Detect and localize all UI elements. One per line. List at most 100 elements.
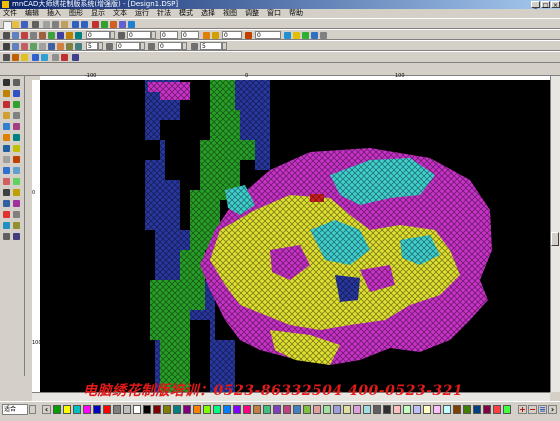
column-tool-icon[interactable] [3,123,10,130]
palette-swatch[interactable] [493,405,501,414]
palette-swatch[interactable] [63,405,71,414]
satin-icon[interactable] [21,43,28,50]
artwork-icon[interactable] [12,54,19,61]
width-icon[interactable] [148,43,155,50]
eraser-tool-icon[interactable] [13,112,20,119]
app-icon[interactable] [2,1,9,8]
menu-adjust[interactable]: 调整 [245,9,259,17]
palette-swatch[interactable] [343,405,351,414]
scissors-icon[interactable] [13,211,20,218]
heart-icon[interactable] [13,200,20,207]
curve-icon[interactable] [30,32,37,39]
length-spinner[interactable] [140,42,145,50]
run-stitch-icon[interactable] [39,43,46,50]
palette-swatch[interactable] [383,405,391,414]
palette-swatch[interactable] [423,405,431,414]
print-icon[interactable] [32,21,39,28]
density-field[interactable]: 5 [86,42,98,50]
rotate-icon[interactable] [203,32,210,39]
minimize-button[interactable]: _ [531,1,540,9]
satin-tool-icon[interactable] [3,101,10,108]
pull-comp-icon[interactable] [191,43,198,50]
palette-swatch[interactable] [283,405,291,414]
density-spinner[interactable] [98,42,103,50]
maximize-button[interactable]: □ [541,1,550,9]
vertical-scroll-thumb[interactable] [551,232,559,246]
hand-tool-icon[interactable] [3,189,10,196]
spiral-icon[interactable] [3,200,10,207]
size-spinner-2[interactable] [151,31,156,39]
palette-swatch[interactable] [243,405,251,414]
lettering-icon[interactable] [3,178,10,185]
color-change-icon[interactable] [75,43,82,50]
palette-swatch[interactable] [223,405,231,414]
palette-swatch[interactable] [323,405,331,414]
menu-insert[interactable]: 插入 [47,9,61,17]
palette-swatch[interactable] [473,405,481,414]
wave-icon[interactable] [3,233,10,240]
slow-redraw-icon[interactable] [72,54,79,61]
palette-swatch[interactable] [433,405,441,414]
palette-swatch[interactable] [443,405,451,414]
add-color-icon[interactable]: + [518,405,527,414]
scale-field[interactable]: 0 [255,31,281,39]
undo-icon[interactable] [72,21,79,28]
palette-options-icon[interactable]: ≡ [538,405,547,414]
pen-tool-icon[interactable] [3,90,10,97]
palette-swatch[interactable] [123,405,131,414]
trim-icon[interactable] [66,43,73,50]
bezier-tool-icon[interactable] [13,90,20,97]
rect-icon[interactable] [39,32,46,39]
copy-icon[interactable] [52,21,59,28]
zoom-icon[interactable] [119,21,126,28]
palette-swatch[interactable] [93,405,101,414]
knife-icon[interactable] [13,156,20,163]
stitch-view-icon[interactable] [32,54,39,61]
pull-comp-spinner[interactable] [222,42,227,50]
stitch-icon[interactable] [92,21,99,28]
motif-icon[interactable] [13,145,20,152]
node-icon[interactable] [12,32,19,39]
menu-file[interactable]: 文件 [3,9,17,17]
redo-icon[interactable] [81,21,88,28]
palette-swatch[interactable] [333,405,341,414]
palette-swatch[interactable] [393,405,401,414]
ellipse-icon[interactable] [48,32,55,39]
3d-view-icon[interactable] [41,54,48,61]
zoom-tool-icon[interactable] [13,167,20,174]
palette-swatch[interactable] [153,405,161,414]
paste-icon[interactable] [61,21,68,28]
magnet-icon[interactable] [320,32,327,39]
angle-field[interactable]: 0 [222,31,242,39]
lightbulb-icon[interactable] [21,54,28,61]
palette-swatch[interactable] [233,405,241,414]
palette-swatch[interactable] [463,405,471,414]
help-icon[interactable] [128,21,135,28]
align-icon[interactable] [75,32,82,39]
size-spinner-1[interactable] [110,31,115,39]
mirror-icon[interactable] [212,32,219,39]
pos-field-2[interactable]: 0 [181,31,199,39]
zoom-dropdown-arrow-icon[interactable] [29,405,36,414]
palette-swatch[interactable] [313,405,321,414]
arrow-tool-icon[interactable] [3,79,10,86]
grid-icon[interactable] [311,32,318,39]
palette-swatch[interactable] [373,405,381,414]
star-icon[interactable] [293,32,300,39]
pos-field-1[interactable]: 0 [160,31,178,39]
palette-swatch[interactable] [293,405,301,414]
chain-icon[interactable] [13,222,20,229]
lock-icon[interactable] [118,32,125,39]
jump-icon[interactable] [57,43,64,50]
palette-swatch[interactable] [163,405,171,414]
palette-swatch[interactable] [213,405,221,414]
apply-icon[interactable] [284,32,291,39]
width-spinner[interactable] [182,42,187,50]
menu-help[interactable]: 帮助 [289,9,303,17]
star-tool-icon[interactable] [13,189,20,196]
select-icon[interactable] [3,32,10,39]
menu-edit[interactable]: 编辑 [25,9,39,17]
close-button[interactable]: × [551,1,560,9]
size-field-2[interactable]: 0 [127,31,151,39]
menu-window[interactable]: 窗口 [267,9,281,17]
